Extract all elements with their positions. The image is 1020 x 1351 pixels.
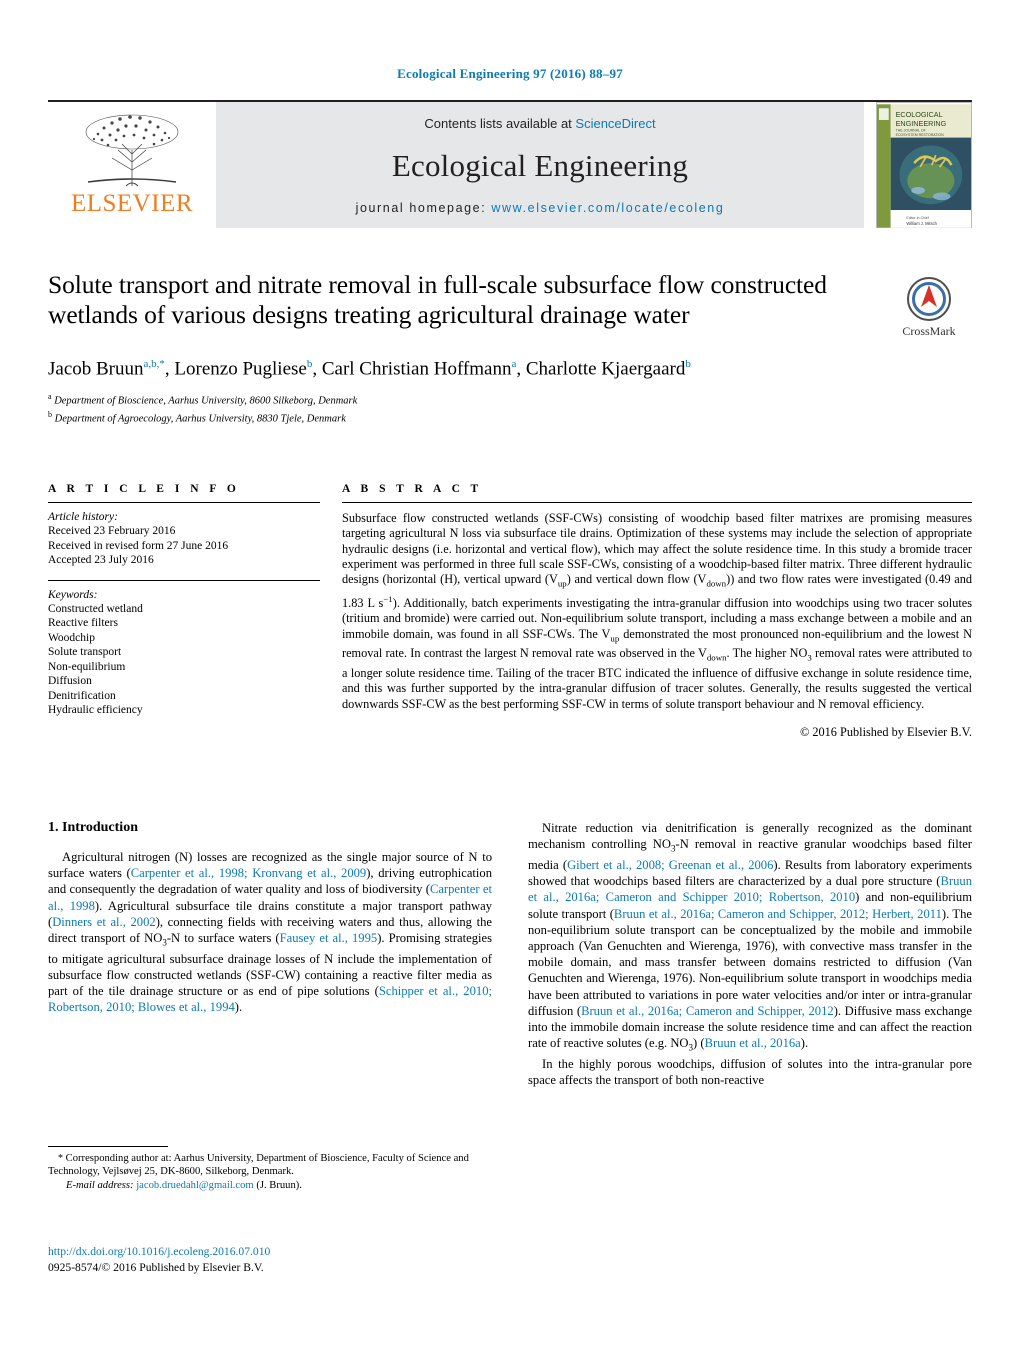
cover-footer2: William J. Mitsch (906, 221, 937, 226)
sciencedirect-link[interactable]: ScienceDirect (575, 116, 655, 131)
crossmark-icon (907, 277, 951, 321)
cover-line4: ECOSYSTEM RESTORATION (896, 133, 945, 137)
footnote-divider (48, 1146, 168, 1147)
article-info-column: A R T I C L E I N F O Article history: R… (48, 483, 320, 740)
footnote-block: * Corresponding author at: Aarhus Univer… (48, 1146, 492, 1193)
page-title: Solute transport and nitrate removal in … (48, 270, 827, 329)
abstract-text: Subsurface flow constructed wetlands (SS… (342, 511, 972, 711)
elsevier-wordmark: ELSEVIER (70, 190, 194, 217)
doi-block: http://dx.doi.org/10.1016/j.ecoleng.2016… (48, 1242, 548, 1274)
title-block: Solute transport and nitrate removal in … (48, 270, 972, 426)
intro-paragraph-right-2: In the highly porous woodchips, diffusio… (528, 1056, 972, 1088)
abstract-heading: A B S T R A C T (342, 483, 483, 495)
issn-copyright-line: 0925-8574/© 2016 Published by Elsevier B… (48, 1261, 264, 1274)
article-body: 1. Introduction Agricultural nitrogen (N… (48, 820, 972, 1088)
email-suffix: (J. Bruun). (256, 1180, 302, 1192)
info-abstract-section: A R T I C L E I N F O Article history: R… (48, 483, 972, 740)
crossmark-label: CrossMark (902, 324, 956, 338)
running-head: Ecological Engineering 97 (2016) 88–97 (397, 66, 623, 81)
affiliation-item: b Department of Agroecology, Aarhus Univ… (48, 408, 972, 426)
keyword-item: Woodchip (48, 631, 95, 644)
keyword-item: Constructed wetland (48, 602, 143, 615)
doi-link[interactable]: http://dx.doi.org/10.1016/j.ecoleng.2016… (48, 1245, 270, 1258)
contents-prefix: Contents lists available at (424, 116, 576, 131)
contents-available-line: Contents lists available at ScienceDirec… (424, 116, 655, 131)
body-column-right: Nitrate reduction via denitrification is… (528, 820, 972, 1088)
author-marks: b (685, 358, 691, 370)
author-name: Carl Christian Hoffmann (321, 358, 512, 380)
author-marks: a (511, 358, 517, 370)
affiliation-list: a Department of Bioscience, Aarhus Unive… (48, 390, 972, 426)
corresponding-author-text: Corresponding author at: Aarhus Universi… (48, 1153, 469, 1178)
elsevier-tree-icon (85, 114, 179, 187)
asterisk-icon: * (58, 1153, 63, 1164)
intro-paragraph-left: Agricultural nitrogen (N) losses are rec… (48, 850, 493, 1015)
homepage-url-link[interactable]: www.elsevier.com/locate/ecoleng (491, 201, 724, 215)
email-link[interactable]: jacob.druedahl@gmail.com (136, 1180, 253, 1191)
masthead-center: Contents lists available at ScienceDirec… (216, 102, 864, 228)
history-item: Accepted 23 July 2016 (48, 554, 154, 566)
journal-title: Ecological Engineering (391, 148, 689, 183)
abstract-copyright: © 2016 Published by Elsevier B.V. (799, 725, 972, 740)
cover-line3: THE JOURNAL OF (896, 129, 926, 133)
affiliation-mark: b (48, 410, 52, 420)
keyword-item: Solute transport (48, 646, 122, 658)
crossmark-badge[interactable]: CrossMark (886, 276, 972, 339)
abstract-column: A B S T R A C T Subsurface flow construc… (342, 483, 972, 740)
author-name: Charlotte Kjaergaard (525, 358, 686, 380)
journal-article-page: Ecological Engineering 97 (2016) 88–97 E… (0, 0, 1020, 1351)
intro-paragraph-right-1: Nitrate reduction via denitrification is… (528, 821, 973, 1053)
cover-line2: ENGINEERING (896, 119, 947, 128)
divider (48, 579, 320, 581)
cover-line1: ECOLOGICAL (896, 110, 943, 119)
journal-homepage-line: journal homepage: www.elsevier.com/locat… (356, 201, 725, 215)
affiliation-text: Department of Bioscience, Aarhus Univers… (54, 395, 358, 407)
divider (48, 502, 320, 503)
keyword-item: Diffusion (48, 675, 92, 687)
section-heading-introduction: 1. Introduction (48, 820, 138, 835)
journal-masthead: ELSEVIER Contents lists available at Sci… (48, 100, 972, 230)
divider (342, 502, 972, 503)
elsevier-logo: ELSEVIER (48, 102, 216, 228)
article-history-label: Article history: (48, 511, 118, 523)
affiliation-text: Department of Agroecology, Aarhus Univer… (54, 413, 346, 425)
body-column-left: 1. Introduction Agricultural nitrogen (N… (48, 820, 492, 1088)
journal-cover-thumbnail: ECOLOGICAL ENGINEERING THE JOURNAL OF EC… (876, 102, 972, 228)
history-item: Received in revised form 27 June 2016 (48, 539, 229, 552)
corresponding-author-note: * Corresponding author at: Aarhus Univer… (48, 1152, 492, 1178)
keyword-item: Non-equilibrium (48, 660, 126, 673)
author-name: Lorenzo Pugliese (174, 358, 307, 380)
homepage-label: journal homepage: (355, 201, 492, 215)
article-info-heading: A R T I C L E I N F O (48, 483, 240, 495)
author-name: Jacob Bruun (48, 358, 144, 380)
affiliation-item: a Department of Bioscience, Aarhus Unive… (48, 390, 972, 408)
author-marks: b (306, 358, 313, 370)
affiliation-mark: a (48, 392, 52, 402)
email-note: E-mail address: jacob.druedahl@gmail.com… (48, 1179, 492, 1192)
keyword-item: Reactive filters (48, 617, 118, 629)
email-label: E-mail address: (66, 1180, 134, 1192)
author-list: Jacob Bruuna,b,*, Lorenzo Puglieseb, Car… (48, 358, 691, 380)
keyword-item: Hydraulic efficiency (48, 704, 143, 716)
history-item: Received 23 February 2016 (48, 525, 176, 537)
keywords-label: Keywords: (48, 588, 98, 601)
keyword-item: Denitrification (48, 689, 116, 702)
author-marks: a,b,* (143, 358, 165, 370)
cover-footer1: Editor-in-Chief (906, 216, 928, 220)
